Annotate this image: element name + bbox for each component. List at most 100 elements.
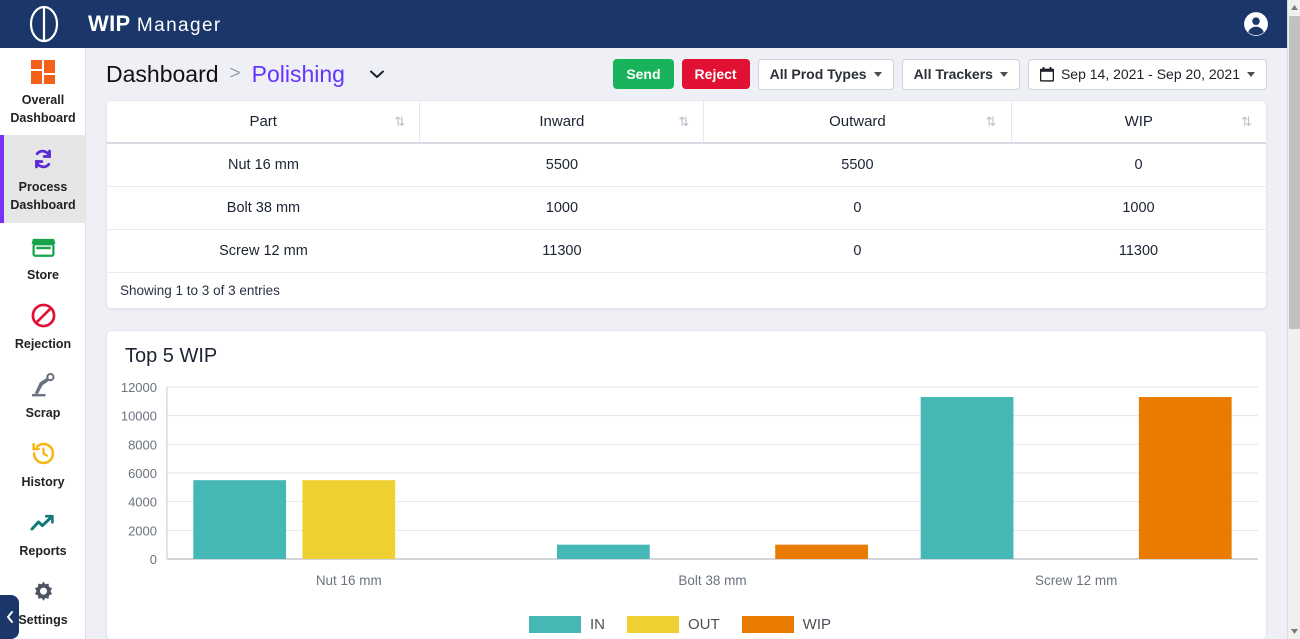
top5-wip-chart-card: Top 5 WIP 0 2000 4000 6000 8000 10000 12000 Nut… bbox=[106, 330, 1267, 639]
table-entries-status: Showing 1 to 3 of 3 entries bbox=[120, 283, 280, 298]
trackers-dropdown-label: All Trackers bbox=[913, 66, 993, 82]
y-axis-tick-label: 12000 bbox=[121, 380, 157, 395]
y-axis-tick-label: 10000 bbox=[121, 409, 157, 424]
app-logo[interactable] bbox=[0, 0, 88, 48]
y-axis-tick-label: 0 bbox=[150, 552, 157, 567]
account-circle-icon[interactable] bbox=[1243, 11, 1269, 37]
sidebar-item-label: Rejection bbox=[14, 336, 72, 351]
app-title-bold: WIP bbox=[88, 11, 131, 36]
y-axis-tick-label: 6000 bbox=[128, 466, 157, 481]
sidebar-item-scrap[interactable]: Scrap bbox=[0, 361, 86, 430]
chart-bar-out[interactable] bbox=[302, 480, 396, 559]
calendar-icon bbox=[1039, 66, 1054, 82]
cell-inward: 5500 bbox=[419, 143, 704, 187]
breadcrumb-toolbar-row: Dashboard > Polishing Send Reject All Pr… bbox=[106, 48, 1267, 100]
history-clock-icon bbox=[30, 439, 57, 469]
chart-bar-wip[interactable] bbox=[775, 544, 868, 559]
app-title-light: Manager bbox=[136, 15, 222, 36]
gear-icon bbox=[30, 577, 57, 607]
wip-table-card: Part ⇅ Inward ⇅ Outward ⇅ WIP ⇅ Nut 16 m… bbox=[106, 100, 1267, 309]
cell-outward: 5500 bbox=[703, 143, 1011, 187]
sort-updown-icon[interactable]: ⇅ bbox=[395, 114, 406, 130]
column-header-inward[interactable]: Inward ⇅ bbox=[419, 101, 704, 144]
wip-table: Part ⇅ Inward ⇅ Outward ⇅ WIP ⇅ Nut 16 m… bbox=[107, 101, 1266, 273]
scroll-up-button[interactable] bbox=[1288, 0, 1300, 15]
sidebar-item-overall-dashboard[interactable]: Overall Dashboard bbox=[0, 48, 86, 135]
page-toolbar: Send Reject All Prod Types All Trackers bbox=[613, 58, 1267, 90]
sidebar-nav: Overall Dashboard Process Dashboard Stor… bbox=[0, 48, 86, 639]
send-button[interactable]: Send bbox=[613, 59, 674, 89]
sidebar-item-rejection[interactable]: Rejection bbox=[0, 292, 86, 361]
cell-inward: 1000 bbox=[419, 186, 704, 230]
cell-part: Nut 16 mm bbox=[107, 143, 420, 187]
chevron-down-icon bbox=[999, 71, 1008, 77]
cell-outward: 0 bbox=[703, 186, 1011, 230]
sidebar-item-process-dashboard[interactable]: Process Dashboard bbox=[0, 135, 86, 223]
cell-wip: 0 bbox=[1011, 143, 1266, 187]
cell-part: Bolt 38 mm bbox=[107, 186, 420, 230]
wip-table-body: Nut 16 mm 5500 5500 0 Bolt 38 mm 1000 0 … bbox=[107, 143, 1266, 273]
table-row[interactable]: Nut 16 mm 5500 5500 0 bbox=[107, 143, 1266, 187]
column-header-outward[interactable]: Outward ⇅ bbox=[703, 101, 1011, 144]
breadcrumb-root[interactable]: Dashboard bbox=[106, 61, 219, 88]
app-window: WIP Manager Overall Dashboard Process Da… bbox=[0, 0, 1300, 639]
sidebar-item-reports[interactable]: Reports bbox=[0, 499, 86, 568]
breadcrumb-current[interactable]: Polishing bbox=[252, 61, 345, 88]
sort-updown-icon[interactable]: ⇅ bbox=[678, 114, 689, 130]
sidebar-item-label: History bbox=[21, 474, 65, 489]
sidebar-collapse-button[interactable] bbox=[0, 595, 19, 639]
store-icon bbox=[30, 232, 57, 262]
top-header-bar: WIP Manager bbox=[0, 0, 1287, 48]
refresh-cycle-icon bbox=[29, 144, 57, 174]
chart-bar-in[interactable] bbox=[193, 480, 287, 559]
reject-button[interactable]: Reject bbox=[681, 59, 750, 89]
column-label: WIP bbox=[1124, 113, 1153, 130]
sidebar-item-label: Process Dashboard bbox=[10, 180, 76, 213]
no-entry-icon bbox=[30, 301, 57, 331]
sidebar-item-label: Overall Dashboard bbox=[10, 93, 76, 126]
column-label: Part bbox=[249, 113, 277, 130]
chart-bar-in[interactable] bbox=[557, 544, 650, 559]
sidebar-item-history[interactable]: History bbox=[0, 430, 86, 499]
trending-up-icon bbox=[29, 508, 57, 538]
sidebar-item-label: Store bbox=[27, 267, 59, 282]
grid-dashboard-icon bbox=[29, 57, 57, 87]
table-row[interactable]: Bolt 38 mm 1000 0 1000 bbox=[107, 186, 1266, 230]
scrollbar-thumb[interactable] bbox=[1289, 16, 1300, 329]
scroll-down-button[interactable] bbox=[1288, 624, 1300, 639]
date-range-picker[interactable]: Sep 14, 2021 - Sep 20, 2021 bbox=[1027, 58, 1267, 90]
legend-label-out[interactable]: OUT bbox=[688, 616, 720, 633]
chevron-down-icon bbox=[1247, 71, 1255, 77]
chart-bar-in[interactable] bbox=[920, 397, 1014, 559]
legend-label-in[interactable]: IN bbox=[590, 616, 605, 633]
triangle-down-icon bbox=[1291, 629, 1298, 634]
column-header-part[interactable]: Part ⇅ bbox=[107, 101, 420, 144]
date-range-label: Sep 14, 2021 - Sep 20, 2021 bbox=[1060, 66, 1240, 82]
chevron-down-icon bbox=[873, 71, 882, 77]
prod-types-dropdown[interactable]: All Prod Types bbox=[757, 58, 894, 90]
legend-label-wip[interactable]: WIP bbox=[803, 616, 831, 633]
breadcrumb-dropdown-button[interactable] bbox=[369, 69, 385, 79]
chart-legend: IN OUT WIP bbox=[107, 616, 1266, 633]
page-scrollbar[interactable] bbox=[1287, 0, 1300, 639]
sort-updown-icon[interactable]: ⇅ bbox=[986, 114, 997, 130]
x-axis-tick-label: Bolt 38 mm bbox=[678, 573, 746, 588]
legend-swatch-wip bbox=[741, 616, 794, 633]
trackers-dropdown[interactable]: All Trackers bbox=[901, 58, 1020, 90]
sidebar-item-label: Reports bbox=[19, 544, 67, 558]
ellipse-line-logo-icon bbox=[29, 5, 59, 43]
legend-swatch-out bbox=[626, 616, 679, 633]
x-axis-tick-label: Screw 12 mm bbox=[1035, 573, 1117, 588]
legend-swatch-in bbox=[528, 616, 581, 633]
app-title: WIP Manager bbox=[88, 11, 222, 37]
x-axis-tick-label: Nut 16 mm bbox=[316, 573, 382, 588]
table-row[interactable]: Screw 12 mm 11300 0 11300 bbox=[107, 229, 1266, 273]
sidebar-item-store[interactable]: Store bbox=[0, 223, 86, 292]
sort-updown-icon[interactable]: ⇅ bbox=[1241, 114, 1252, 130]
chart-title: Top 5 WIP bbox=[125, 345, 218, 367]
prod-types-dropdown-label: All Prod Types bbox=[769, 66, 867, 82]
breadcrumb-separator: > bbox=[229, 63, 241, 84]
column-header-wip[interactable]: WIP ⇅ bbox=[1010, 101, 1266, 144]
chart-bar-wip[interactable] bbox=[1138, 397, 1232, 559]
y-axis-tick-label: 4000 bbox=[128, 495, 157, 510]
